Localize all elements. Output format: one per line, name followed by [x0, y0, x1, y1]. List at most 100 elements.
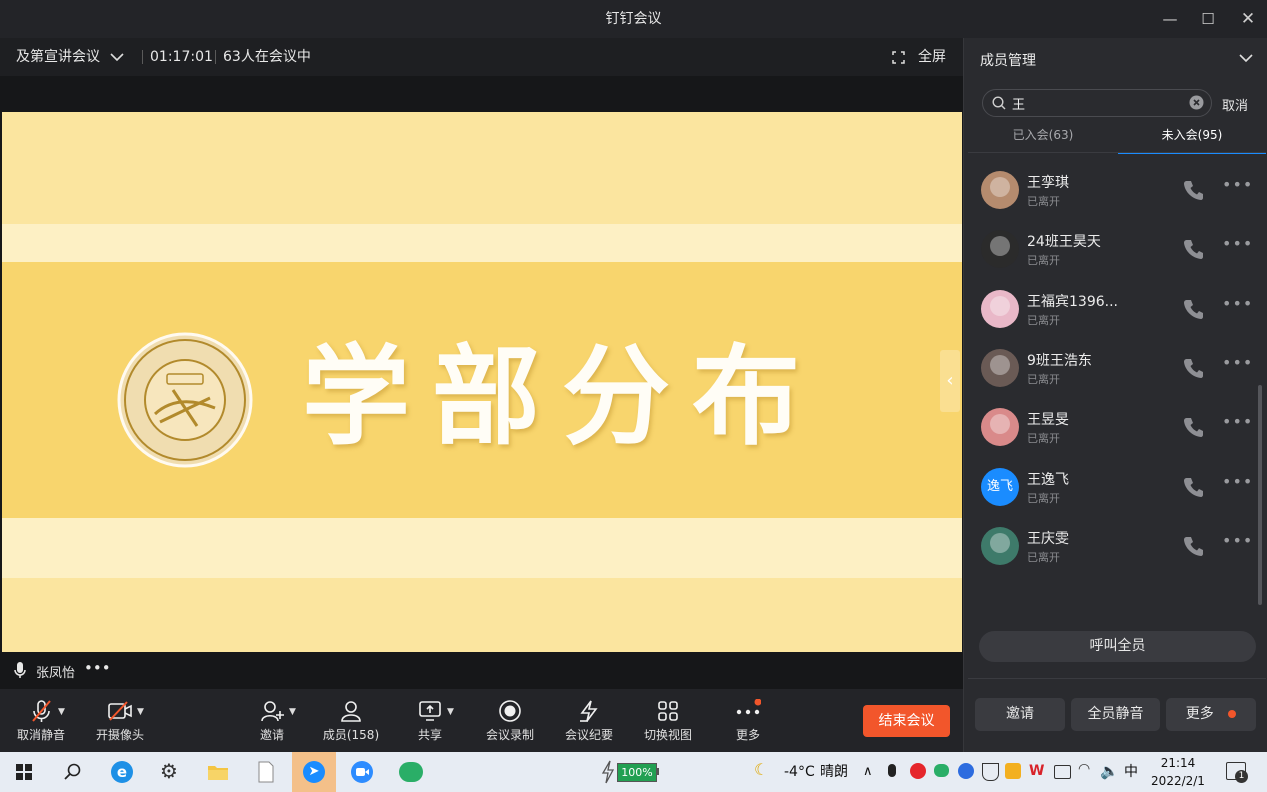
tray-device-icon[interactable]	[1054, 765, 1071, 779]
avatar	[981, 230, 1019, 269]
taskbar-wechat-button[interactable]	[388, 752, 432, 792]
taskbar-zoom-button[interactable]	[340, 752, 384, 792]
avatar	[981, 289, 1019, 328]
call-all-button[interactable]: 呼叫全员	[979, 631, 1256, 662]
chevron-down-icon[interactable]	[1239, 53, 1253, 63]
divider	[142, 50, 143, 64]
notification-center-icon[interactable]: 1	[1226, 762, 1248, 783]
call-phone-icon[interactable]	[1182, 476, 1204, 498]
member-more-button[interactable]: •••	[1222, 234, 1253, 253]
tray-wechat-icon[interactable]	[934, 764, 949, 777]
member-row[interactable]: 9班王浩东 已离开 •••	[964, 339, 1254, 398]
battery-tip	[656, 768, 659, 775]
member-search-input[interactable]: 王	[982, 89, 1212, 117]
camera-button[interactable]: 开摄像头	[90, 689, 150, 752]
maximize-button[interactable]: ☐	[1198, 9, 1218, 29]
search-cancel-button[interactable]: 取消	[1222, 95, 1248, 114]
window-title: 钉钉会议	[605, 11, 662, 27]
speaker-more-button[interactable]: •••	[84, 659, 111, 677]
collapse-panel-handle[interactable]: ‹	[940, 350, 960, 412]
unmute-label: 取消静音	[16, 728, 65, 742]
taskbar-explorer-button[interactable]	[196, 752, 240, 792]
panel-more-button[interactable]: 更多	[1166, 698, 1256, 731]
caret-down-icon[interactable]: ▼	[137, 707, 144, 717]
tray-mic-icon[interactable]	[888, 764, 896, 777]
meeting-name[interactable]: 及第宣讲会议	[16, 38, 100, 76]
panel-invite-button[interactable]: 邀请	[975, 698, 1065, 731]
avatar	[981, 171, 1019, 209]
member-row[interactable]: 王庆雯 已离开 •••	[964, 517, 1254, 576]
weather-description[interactable]: 晴朗	[820, 752, 848, 792]
input-method-indicator[interactable]: 中	[1124, 752, 1138, 792]
windows-logo-icon	[16, 764, 32, 780]
taskbar-dingtalk-button[interactable]: ➤	[292, 752, 336, 792]
tray-wps-icon[interactable]: W	[1029, 763, 1044, 779]
member-row[interactable]: 王孪琪 已离开 •••	[964, 161, 1254, 220]
clear-input-icon[interactable]	[1189, 95, 1204, 110]
close-button[interactable]: ✕	[1238, 9, 1258, 29]
scrollbar-thumb[interactable]	[1258, 385, 1262, 605]
notification-dot	[1228, 710, 1237, 718]
tray-warning-icon[interactable]	[1005, 763, 1021, 779]
tray-app-icon[interactable]	[958, 763, 974, 779]
call-phone-icon[interactable]	[1182, 416, 1204, 438]
member-row[interactable]: 王昱旻 已离开 •••	[964, 398, 1254, 457]
caret-down-icon[interactable]: ▼	[447, 707, 454, 717]
share-screen-icon	[419, 701, 441, 721]
taskbar-clock[interactable]: 21:14 2022/2/1	[1148, 754, 1208, 790]
taskbar-search-button[interactable]	[50, 752, 94, 792]
wifi-icon[interactable]: ◠	[1078, 761, 1090, 777]
tray-shield-icon[interactable]	[982, 763, 999, 781]
weather-temperature[interactable]: -4°C	[784, 752, 815, 792]
call-phone-icon[interactable]	[1182, 179, 1204, 201]
member-more-button[interactable]: •••	[1222, 353, 1253, 372]
tab-not-joined[interactable]: 未入会(95)	[1118, 124, 1266, 154]
call-phone-icon[interactable]	[1182, 535, 1204, 557]
member-row[interactable]: 逸飞 王逸飞 已离开 •••	[964, 458, 1254, 517]
record-button[interactable]: 会议录制	[482, 689, 538, 752]
call-phone-icon[interactable]	[1182, 238, 1204, 260]
member-name: 王孪琪	[1027, 175, 1069, 191]
member-more-button[interactable]: •••	[1222, 294, 1253, 313]
fullscreen-button[interactable]: 全屏	[918, 38, 946, 76]
tray-expand-icon[interactable]: ∧	[863, 752, 873, 792]
members-button[interactable]: 成员(158)	[320, 689, 382, 752]
switch-view-button[interactable]: 切换视图	[640, 689, 696, 752]
member-more-button[interactable]: •••	[1222, 472, 1253, 491]
more-button[interactable]: 更多	[730, 689, 766, 752]
mute-all-button[interactable]: 全员静音	[1071, 698, 1160, 731]
member-more-button[interactable]: •••	[1222, 412, 1253, 431]
fullscreen-icon[interactable]	[892, 51, 905, 64]
avatar	[981, 408, 1019, 447]
avatar: 逸飞	[981, 467, 1019, 506]
taskbar-edge-button[interactable]: e	[100, 752, 144, 792]
lightning-note-icon	[580, 700, 598, 722]
member-more-button[interactable]: •••	[1222, 175, 1253, 194]
share-button[interactable]: 共享	[410, 689, 450, 752]
tray-netease-icon[interactable]	[910, 763, 926, 779]
chevron-down-icon[interactable]	[110, 52, 124, 62]
dingtalk-icon: ➤	[303, 761, 325, 783]
volume-icon[interactable]: 🔈	[1100, 762, 1119, 780]
call-phone-icon[interactable]	[1182, 298, 1204, 320]
switch-view-label: 切换视图	[643, 728, 692, 742]
caret-down-icon[interactable]: ▼	[58, 707, 65, 717]
minimize-button[interactable]: —	[1160, 9, 1180, 29]
minutes-button[interactable]: 会议纪要	[561, 689, 617, 752]
member-more-button[interactable]: •••	[1222, 531, 1253, 550]
member-name: 王福宾1396...	[1027, 293, 1118, 310]
start-button[interactable]	[2, 752, 46, 792]
invite-button[interactable]: 邀请	[252, 689, 292, 752]
call-phone-icon[interactable]	[1182, 357, 1204, 379]
member-row[interactable]: 王福宾1396... 已离开 •••	[964, 280, 1254, 339]
caret-down-icon[interactable]: ▼	[289, 707, 296, 717]
battery-indicator[interactable]: 100%	[617, 763, 657, 782]
taskbar-settings-button[interactable]: ⚙	[148, 752, 192, 792]
charging-icon	[601, 760, 615, 784]
taskbar-file-button[interactable]	[244, 752, 288, 792]
tab-joined[interactable]: 已入会(63)	[968, 124, 1118, 152]
end-meeting-button[interactable]: 结束会议	[863, 705, 950, 737]
member-row[interactable]: 24班王昊天 已离开 •••	[964, 220, 1254, 279]
unmute-button[interactable]: 取消静音	[10, 689, 72, 752]
minutes-label: 会议纪要	[564, 728, 613, 742]
